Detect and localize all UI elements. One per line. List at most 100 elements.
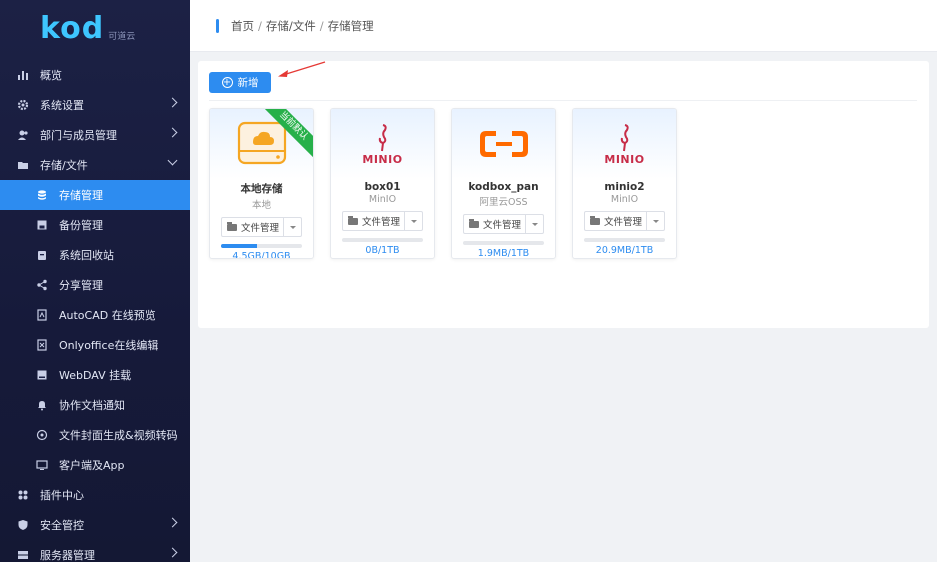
file-manage-label: 文件管理	[362, 217, 401, 228]
sidebar-item-storage-files[interactable]: 存储/文件	[0, 150, 190, 180]
breadcrumb: 首页 / 存储/文件 / 存储管理	[231, 18, 374, 34]
file-manage-dropdown[interactable]	[283, 218, 301, 236]
bar-chart-icon	[16, 69, 29, 82]
file-manage-button[interactable]: 文件管理	[221, 217, 302, 237]
usage-progress	[584, 238, 665, 242]
topbar: 首页 / 存储/文件 / 存储管理	[190, 0, 937, 52]
sidebar-item-notifications[interactable]: 协作文档通知	[0, 390, 190, 420]
caret-down-icon	[410, 219, 417, 223]
folder-icon	[227, 221, 237, 231]
storage-type: 本地	[251, 200, 271, 211]
storage-name: 本地存储	[240, 183, 283, 195]
logo-subtitle: 可道云	[108, 31, 136, 42]
storage-name: box01	[364, 181, 401, 193]
folder-icon	[16, 159, 29, 172]
storage-card-local[interactable]: 当前默认 本地存储 本地 文件管理 4.5GB/10GB	[209, 108, 314, 259]
gear-icon	[16, 99, 29, 112]
sidebar-item-label: 插件中心	[40, 489, 84, 502]
add-storage-button[interactable]: + 新增	[209, 72, 271, 93]
sidebar-item-overview[interactable]: 概览	[0, 60, 190, 90]
sidebar-item-label: 文件封面生成&视频转码	[59, 429, 178, 442]
caret-down-icon	[652, 219, 659, 223]
server-icon	[16, 549, 29, 562]
sidebar-item-label: AutoCAD 在线预览	[59, 309, 156, 322]
storage-card-box01[interactable]: MINIO box01 MinIO 文件管理 0B/1TB	[330, 108, 435, 259]
chevron-down-icon	[167, 155, 178, 166]
sidebar-item-backup[interactable]: 备份管理	[0, 210, 190, 240]
usage-progress	[221, 244, 302, 248]
usage-text: 0B/1TB	[365, 245, 400, 256]
save-icon	[35, 219, 48, 232]
sidebar-item-recycle-bin[interactable]: 系统回收站	[0, 240, 190, 270]
sidebar-item-label: 服务器管理	[40, 549, 95, 562]
folder-icon	[590, 215, 600, 225]
file-manage-main[interactable]: 文件管理	[585, 214, 646, 228]
sidebar-item-security[interactable]: 安全管控	[0, 510, 190, 540]
sidebar-item-autocad[interactable]: AutoCAD 在线预览	[0, 300, 190, 330]
file-manage-main[interactable]: 文件管理	[222, 220, 283, 234]
minio-bird-icon	[379, 123, 388, 151]
file-manage-dropdown[interactable]	[404, 212, 422, 230]
divider	[209, 100, 917, 101]
caret-down-icon	[531, 222, 538, 226]
trash-icon	[35, 249, 48, 262]
cad-icon	[35, 309, 48, 322]
sidebar-item-share[interactable]: 分享管理	[0, 270, 190, 300]
storage-card-kodbox-pan[interactable]: kodbox_pan 阿里云OSS 文件管理 1.9MB/1TB	[451, 108, 556, 259]
drive-icon	[35, 369, 48, 382]
minio-wordmark: MINIO	[604, 152, 645, 166]
file-manage-label: 文件管理	[483, 220, 522, 231]
storage-name: minio2	[604, 181, 645, 193]
file-manage-dropdown[interactable]	[525, 215, 543, 233]
app-logo[interactable]: kod 可道云	[0, 0, 190, 56]
sidebar-item-label: 备份管理	[59, 219, 103, 232]
shield-icon	[16, 519, 29, 532]
breadcrumb-current: 存储管理	[327, 18, 374, 33]
sidebar-item-webdav[interactable]: WebDAV 挂载	[0, 360, 190, 390]
sidebar-item-video-transcode[interactable]: 文件封面生成&视频转码	[0, 420, 190, 450]
users-icon	[16, 129, 29, 142]
sidebar-item-label: 概览	[40, 69, 62, 82]
breadcrumb-storage-files[interactable]: 存储/文件	[266, 18, 316, 34]
file-manage-label: 文件管理	[604, 217, 643, 228]
storage-name: kodbox_pan	[468, 181, 539, 193]
sidebar-item-label: 系统设置	[40, 99, 84, 112]
chevron-right-icon	[167, 517, 178, 528]
sidebar-item-storage-management[interactable]: 存储管理	[0, 180, 190, 210]
sidebar-item-label: 部门与成员管理	[40, 129, 117, 142]
file-manage-button[interactable]: 文件管理	[463, 214, 544, 234]
database-icon	[35, 189, 48, 202]
minio-bird-icon	[621, 123, 630, 151]
video-icon	[35, 429, 48, 442]
storage-type: MinIO	[610, 194, 639, 205]
file-manage-button[interactable]: 文件管理	[584, 211, 665, 231]
storage-card-minio2[interactable]: MINIO minio2 MinIO 文件管理 20.9MB/1TB	[572, 108, 677, 259]
caret-down-icon	[289, 225, 296, 229]
minio-logo-icon: MINIO	[604, 123, 644, 166]
card-logo-area: MINIO	[573, 109, 676, 179]
breadcrumb-accent	[216, 18, 219, 33]
file-manage-dropdown[interactable]	[646, 212, 664, 230]
usage-progress	[463, 241, 544, 245]
sidebar-item-label: 存储管理	[59, 189, 103, 202]
monitor-icon	[35, 459, 48, 472]
sidebar-item-label: 协作文档通知	[59, 399, 125, 412]
office-icon	[35, 339, 48, 352]
sidebar-item-label: 系统回收站	[59, 249, 114, 262]
sidebar-item-plugins[interactable]: 插件中心	[0, 480, 190, 510]
file-manage-main[interactable]: 文件管理	[343, 214, 404, 228]
file-manage-button[interactable]: 文件管理	[342, 211, 423, 231]
sidebar-item-server[interactable]: 服务器管理	[0, 540, 190, 562]
logo-text: kod	[40, 10, 105, 46]
breadcrumb-home[interactable]: 首页	[231, 18, 254, 34]
sidebar-item-system-settings[interactable]: 系统设置	[0, 90, 190, 120]
file-manage-main[interactable]: 文件管理	[464, 217, 525, 231]
sidebar-item-label: 分享管理	[59, 279, 103, 292]
breadcrumb-separator: /	[319, 18, 324, 33]
usage-progress	[342, 238, 423, 242]
sidebar-item-departments[interactable]: 部门与成员管理	[0, 120, 190, 150]
add-button-label: 新增	[237, 77, 259, 89]
sidebar-item-onlyoffice[interactable]: Onlyoffice在线编辑	[0, 330, 190, 360]
sidebar-item-client-app[interactable]: 客户端及App	[0, 450, 190, 480]
chevron-right-icon	[167, 97, 178, 108]
